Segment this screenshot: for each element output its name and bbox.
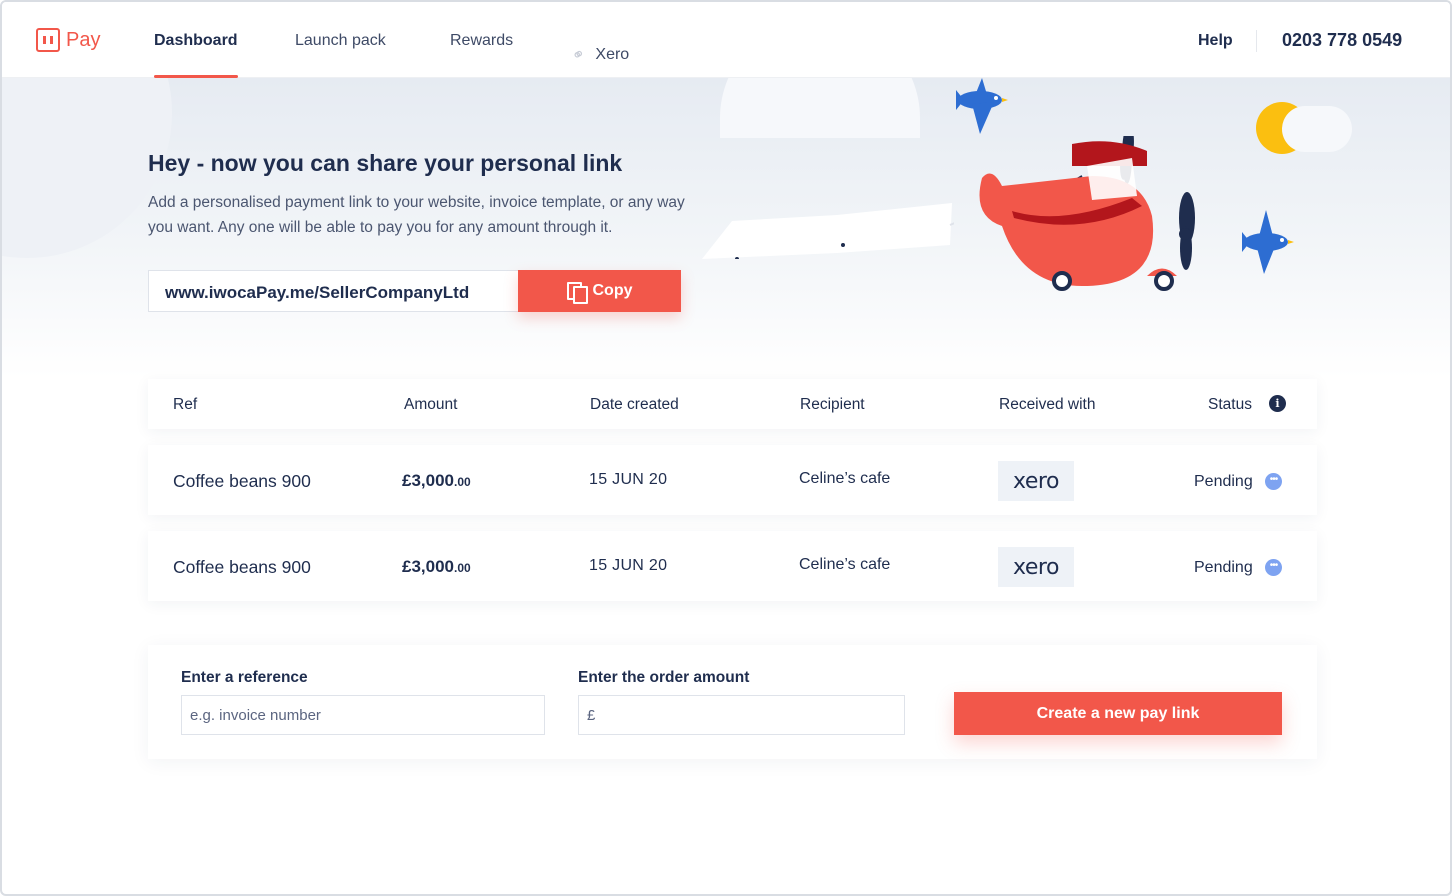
row-date: 15 JUN 20 [589,471,668,488]
hero-description: Add a personalised payment link to your … [148,194,685,236]
banner-flag-illustration [702,203,954,259]
column-header-recipient: Recipient [800,396,865,413]
copy-link-button[interactable]: Copy [518,270,681,312]
bird-icon [956,78,1008,134]
column-header-ref: Ref [173,396,198,413]
column-header-date-created: Date created [590,396,679,413]
more-options-icon[interactable]: ••• [1265,473,1282,490]
nav-tab-launch-pack[interactable]: Launch pack [295,32,386,78]
nav-tab-dashboard[interactable]: Dashboard [154,32,238,78]
iwoca-logo-icon [36,28,60,52]
info-icon[interactable]: i [1269,395,1286,412]
row-recipient: Celine’s cafe [799,556,891,573]
cloud-decoration [720,78,920,138]
cloud-decoration [1282,106,1352,152]
xero-logo: xero [998,547,1074,587]
link-icon: ⚭ [568,44,590,67]
amount-label: Enter the order amount [578,669,750,686]
copy-icon [566,282,588,304]
hero-title: Hey - now you can share your personal li… [148,150,623,176]
cloud-decoration [2,78,172,258]
nav-tab-rewards[interactable]: Rewards [450,32,513,78]
nav-divider [1256,30,1257,52]
row-ref: Coffee beans 900 [173,471,311,491]
logo[interactable]: Pay [36,28,100,52]
bird-icon [1242,210,1294,274]
help-link[interactable]: Help [1198,32,1233,50]
row-amount-decimal: .00 [454,561,471,575]
row-date: 15 JUN 20 [589,557,668,574]
status-badge: Pending [1194,559,1253,576]
column-header-status: Status [1208,396,1252,413]
copy-button-label: Copy [592,282,633,299]
phone-number[interactable]: 0203 778 0549 [1282,30,1402,51]
xero-logo: xero [998,461,1074,501]
status-badge: Pending [1194,473,1253,490]
table-header: Ref Amount Date created Recipient Receiv… [148,379,1317,429]
column-header-received-with: Received with [999,396,1096,413]
airplane-illustration [979,136,1195,291]
row-amount: £3,000.00 [402,557,471,577]
table-row[interactable]: Coffee beans 900 £3,000.00 15 JUN 20 Cel… [148,531,1317,601]
top-nav: Pay Dashboard Launch pack Rewards ⚭ Xero… [2,2,1450,78]
logo-text: Pay [66,28,101,51]
reference-label: Enter a reference [181,669,308,686]
row-amount-decimal: .00 [454,475,471,489]
app-window: Pay Dashboard Launch pack Rewards ⚭ Xero… [0,0,1452,896]
row-amount-main: £3,000 [402,471,454,490]
hero-banner: Hey - now you can share your personal li… [2,78,1450,378]
table-row[interactable]: Coffee beans 900 £3,000.00 15 JUN 20 Cel… [148,445,1317,515]
nav-tab-xero[interactable]: ⚭ Xero [569,32,630,78]
create-link-form: Enter a reference Enter the order amount… [148,645,1317,759]
more-options-icon[interactable]: ••• [1265,559,1282,576]
nav-tab-xero-label: Xero [595,46,630,63]
personal-link-field[interactable]: www.iwocaPay.me/SellerCompanyLtd [148,270,518,312]
row-ref: Coffee beans 900 [173,557,311,577]
create-pay-link-button[interactable]: Create a new pay link [954,692,1282,735]
reference-input[interactable] [181,695,545,735]
row-amount-main: £3,000 [402,557,454,576]
row-recipient: Celine’s cafe [799,470,891,487]
row-amount: £3,000.00 [402,471,471,491]
amount-input[interactable] [578,695,905,735]
column-header-amount: Amount [404,396,458,413]
